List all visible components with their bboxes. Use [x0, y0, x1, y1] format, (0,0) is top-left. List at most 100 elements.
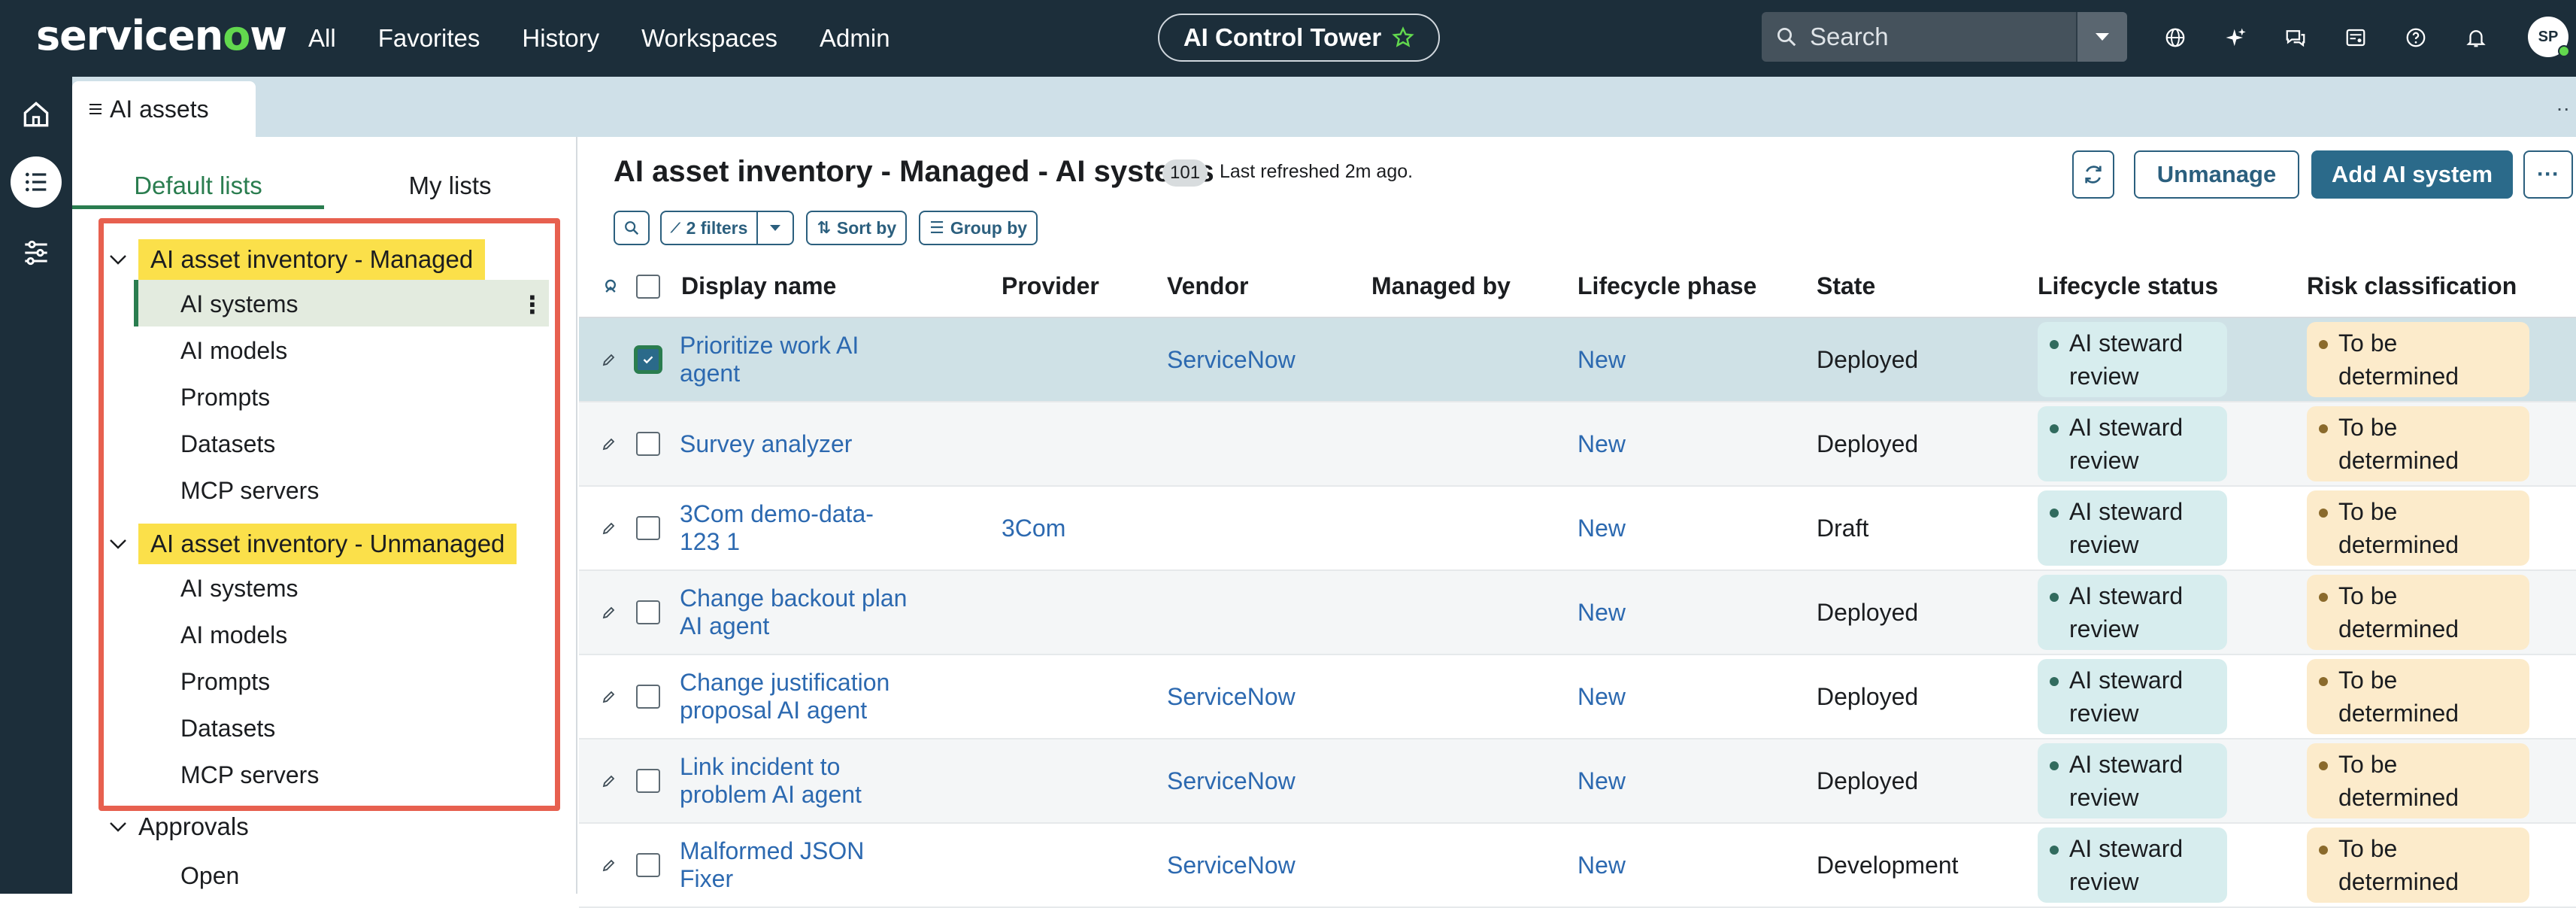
- column-risk-classification[interactable]: Risk classification: [2307, 256, 2576, 318]
- approvals-open[interactable]: Open: [180, 862, 239, 890]
- nav-history[interactable]: History: [522, 24, 599, 53]
- home-icon[interactable]: [11, 89, 62, 140]
- lifecycle-phase-link[interactable]: New: [1577, 767, 1626, 794]
- lifecycle-phase-link[interactable]: New: [1577, 430, 1626, 457]
- display-name-link[interactable]: Link incident to problem AI agent: [680, 753, 862, 808]
- column-managed-by[interactable]: Managed by: [1371, 256, 1577, 318]
- row-checkbox[interactable]: [636, 600, 660, 624]
- servicenow-logo[interactable]: servicenow: [36, 12, 287, 59]
- annotation-highlight-box: [98, 218, 560, 811]
- display-name-link[interactable]: Malformed JSON Fixer: [680, 837, 864, 892]
- edit-pencil-icon[interactable]: [600, 772, 629, 790]
- risk-classification-badge: To be determined: [2307, 659, 2529, 734]
- vendor-link[interactable]: ServiceNow: [1167, 683, 1296, 710]
- lifecycle-phase-link[interactable]: New: [1577, 515, 1626, 542]
- display-name-link[interactable]: Survey analyzer: [680, 430, 852, 457]
- display-name-link[interactable]: Change backout plan AI agent: [680, 585, 907, 639]
- lifecycle-status-badge: AI steward review: [2038, 406, 2227, 481]
- table-row[interactable]: Prioritize work AI agent ServiceNow New Dep…: [579, 317, 2576, 402]
- column-lifecycle-status[interactable]: Lifecycle status: [2038, 256, 2307, 318]
- edit-pencil-icon[interactable]: [600, 856, 629, 874]
- user-avatar[interactable]: SP: [2528, 17, 2570, 57]
- checkmark-icon: [641, 353, 655, 366]
- news-icon[interactable]: [2338, 20, 2373, 55]
- chevron-down-icon: [108, 821, 128, 833]
- lifecycle-phase-link[interactable]: New: [1577, 346, 1626, 373]
- list-search-button[interactable]: [614, 211, 650, 245]
- column-lifecycle-phase[interactable]: Lifecycle phase: [1577, 256, 1817, 318]
- lifecycle-phase-link[interactable]: New: [1577, 852, 1626, 879]
- left-rail: [0, 77, 72, 894]
- global-search[interactable]: Search: [1762, 12, 2127, 62]
- row-checkbox[interactable]: [636, 769, 660, 793]
- edit-pencil-icon[interactable]: [600, 688, 629, 706]
- table-row[interactable]: Malformed JSON Fixer ServiceNow New Develop…: [579, 823, 2576, 907]
- edit-pencil-icon[interactable]: [600, 519, 629, 537]
- row-checkbox[interactable]: [636, 685, 660, 709]
- globe-icon[interactable]: [2158, 20, 2193, 55]
- state-value: Deployed: [1817, 345, 1919, 373]
- lifecycle-phase-link[interactable]: New: [1577, 599, 1626, 626]
- row-checkbox[interactable]: [636, 348, 660, 372]
- table-row[interactable]: Change justification proposal AI agent Se…: [579, 654, 2576, 739]
- sparkle-icon[interactable]: [2218, 20, 2253, 55]
- select-all-checkbox[interactable]: [636, 274, 660, 299]
- edit-pencil-icon[interactable]: [600, 435, 629, 453]
- display-name-link[interactable]: 3Com demo-data-123 1: [680, 500, 874, 555]
- status-dot: [2050, 593, 2059, 602]
- row-checkbox[interactable]: [636, 432, 660, 456]
- tab-my-lists[interactable]: My lists: [324, 164, 576, 209]
- edit-pencil-icon[interactable]: [600, 603, 629, 621]
- column-display-name[interactable]: Display name: [680, 256, 1002, 318]
- tab-default-lists[interactable]: Default lists: [72, 164, 324, 209]
- group-by-button[interactable]: ☰ Group by: [919, 211, 1038, 245]
- chevron-down-icon: [770, 225, 781, 231]
- lifecycle-phase-link[interactable]: New: [1577, 683, 1626, 710]
- provider-link[interactable]: 3Com: [1002, 515, 1065, 542]
- more-actions-button[interactable]: ···: [2523, 150, 2573, 199]
- group-approvals[interactable]: Approvals: [108, 812, 249, 841]
- help-icon[interactable]: [2399, 20, 2433, 55]
- filters-button[interactable]: ⟋ 2 filters: [660, 211, 759, 245]
- display-name-link[interactable]: Change justification proposal AI agent: [680, 669, 889, 724]
- vendor-link[interactable]: ServiceNow: [1167, 346, 1296, 373]
- vendor-link[interactable]: ServiceNow: [1167, 852, 1296, 879]
- list-icon[interactable]: [11, 156, 62, 208]
- workspace-pill[interactable]: AI Control Tower: [1158, 14, 1440, 62]
- presence-indicator: [2558, 45, 2570, 57]
- display-name-link[interactable]: Prioritize work AI agent: [680, 332, 859, 387]
- row-checkbox[interactable]: [636, 853, 660, 877]
- column-vendor[interactable]: Vendor: [1167, 256, 1371, 318]
- search-input[interactable]: Search: [1810, 23, 1889, 51]
- column-settings-icon[interactable]: [579, 256, 629, 318]
- column-provider[interactable]: Provider: [1002, 256, 1167, 318]
- nav-all[interactable]: All: [308, 24, 336, 53]
- edit-pencil-icon[interactable]: [600, 351, 629, 369]
- star-icon[interactable]: [1392, 26, 1414, 49]
- table-row[interactable]: 3Com demo-data-123 1 3Com New Draft AI stewa…: [579, 486, 2576, 570]
- row-checkbox[interactable]: [636, 516, 660, 540]
- filters-dropdown[interactable]: [758, 211, 795, 245]
- search-scope-dropdown[interactable]: [2076, 12, 2127, 62]
- workspace-name: AI Control Tower: [1183, 23, 1382, 51]
- sliders-icon[interactable]: [11, 227, 62, 278]
- state-value: Deployed: [1817, 682, 1919, 710]
- bell-icon[interactable]: [2459, 20, 2493, 55]
- nav-favorites[interactable]: Favorites: [378, 24, 480, 53]
- table-row[interactable]: Link incident to problem AI agent Service…: [579, 739, 2576, 823]
- refresh-button[interactable]: [2072, 150, 2114, 199]
- vendor-link[interactable]: ServiceNow: [1167, 767, 1296, 794]
- nav-admin[interactable]: Admin: [820, 24, 890, 53]
- sort-by-button[interactable]: ⇅ Sort by: [806, 211, 908, 245]
- table-row[interactable]: Change backout plan AI agent New Deployed A…: [579, 570, 2576, 654]
- nav-workspaces[interactable]: Workspaces: [641, 24, 777, 53]
- table-row[interactable]: Survey analyzer New Deployed AI steward rev…: [579, 402, 2576, 486]
- chat-icon[interactable]: [2278, 20, 2313, 55]
- add-ai-system-button[interactable]: Add AI system: [2311, 150, 2513, 199]
- menu-icon: [89, 102, 102, 117]
- column-state[interactable]: State: [1817, 256, 2038, 318]
- last-refreshed-text: Last refreshed 2m ago.: [1220, 161, 1414, 182]
- tab-ai-assets[interactable]: AI assets: [72, 81, 256, 137]
- unmanage-button[interactable]: Unmanage: [2134, 150, 2299, 199]
- more-tabs-icon[interactable]: ··: [2556, 96, 2570, 120]
